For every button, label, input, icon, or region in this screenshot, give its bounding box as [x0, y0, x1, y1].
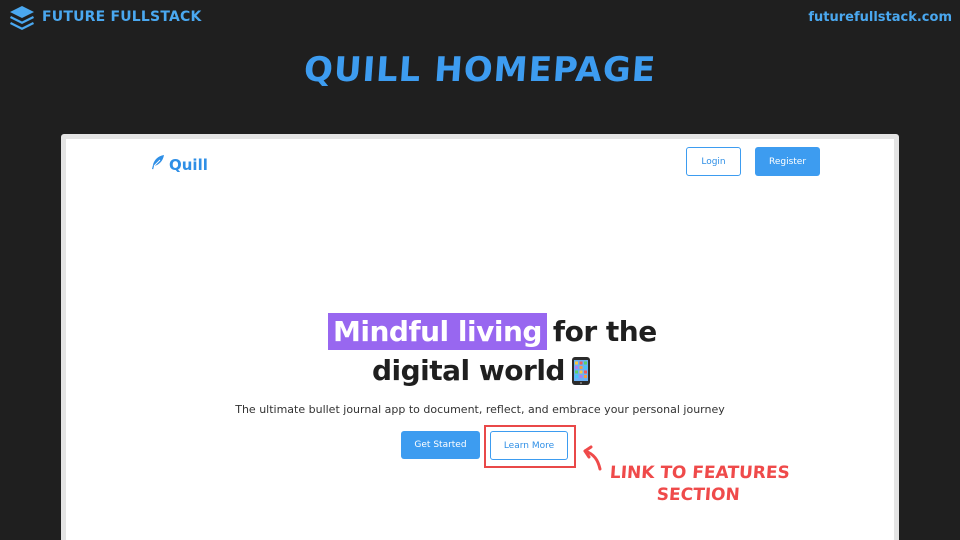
annotation-text: LINK TO FEATURES SECTION [609, 463, 791, 505]
site-url[interactable]: futurefullstack.com [808, 10, 952, 25]
feather-icon [150, 154, 166, 175]
slide-title: QUILL HOMEPAGE [302, 50, 658, 90]
hero-subtitle: The ultimate bullet journal app to docum… [235, 403, 725, 416]
hero-heading-rest: for the [552, 315, 657, 348]
mobile-phone-icon [571, 356, 591, 386]
learn-more-button[interactable]: Learn More [490, 431, 568, 460]
brand-name: FUTURE FULLSTACK [42, 9, 202, 25]
register-button[interactable]: Register [755, 147, 820, 176]
hero-heading-line1: Mindful living for the [328, 313, 657, 350]
get-started-button[interactable]: Get Started [401, 431, 480, 459]
layers-stack-icon [8, 4, 36, 30]
hero-heading-line2: digital world [372, 354, 591, 387]
quill-logo[interactable]: Quill [150, 154, 208, 175]
curved-arrow-icon [578, 442, 608, 477]
quill-logo-text: Quill [169, 155, 208, 174]
login-button[interactable]: Login [686, 147, 741, 176]
hero-highlight: Mindful living [328, 313, 547, 350]
brand: FUTURE FULLSTACK [8, 4, 202, 30]
hero-heading-line2-text: digital world [372, 354, 565, 387]
